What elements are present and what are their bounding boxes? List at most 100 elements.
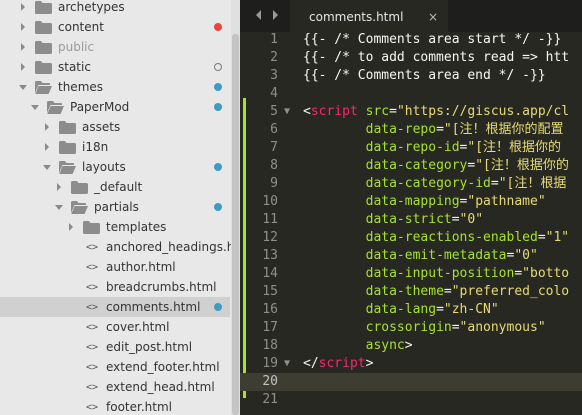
chevron-right-icon[interactable] bbox=[54, 182, 64, 192]
code-token-attr: data-category bbox=[365, 158, 468, 173]
code-line[interactable]: 12 data-reactions-enabled="1" bbox=[240, 229, 582, 247]
close-icon[interactable]: × bbox=[428, 10, 438, 24]
sidebar-scroll-thumb[interactable] bbox=[232, 34, 239, 415]
chevron-right-icon[interactable] bbox=[18, 2, 28, 12]
git-status-dot bbox=[214, 103, 222, 111]
code-line[interactable]: 3 {{- /* Comments area end */ -}} bbox=[240, 67, 582, 85]
tree-folder-default[interactable]: _default bbox=[0, 177, 230, 197]
code-token-plain: = bbox=[451, 320, 460, 335]
tree-file-author-html[interactable]: <> author.html bbox=[0, 257, 230, 277]
chevron-right-icon[interactable] bbox=[18, 42, 28, 52]
code-token-attr: data-emit-metadata bbox=[365, 248, 507, 263]
code-line[interactable]: 11 data-strict="0" bbox=[240, 211, 582, 229]
line-number: 13 bbox=[262, 248, 278, 263]
chevron-right-icon[interactable] bbox=[42, 122, 52, 132]
tree-folder-templates[interactable]: templates bbox=[0, 217, 230, 237]
code-token-attr: data-mapping bbox=[365, 194, 460, 209]
fold-arrow-icon[interactable]: ▼ bbox=[284, 103, 290, 121]
tree-folder-content[interactable]: content bbox=[0, 17, 230, 37]
tree-folder-static[interactable]: static bbox=[0, 57, 230, 77]
chevron-right-icon[interactable] bbox=[18, 22, 28, 32]
tree-folder-archetypes[interactable]: archetypes bbox=[0, 0, 230, 17]
fold-arrow-icon[interactable]: ▼ bbox=[284, 355, 290, 373]
code-token-plain: = bbox=[443, 284, 452, 299]
tree-item-label: extend_footer.html bbox=[106, 360, 220, 374]
chevron-right-icon[interactable] bbox=[42, 142, 52, 152]
git-status-dot bbox=[214, 203, 222, 211]
code-token-plain: = bbox=[436, 302, 444, 317]
code-token-attr: crossorigin bbox=[365, 320, 452, 335]
code-text: data-repo="[注！根据你的配置 bbox=[303, 121, 564, 139]
chevron-right-icon[interactable] bbox=[66, 222, 76, 232]
code-line[interactable]: 1 {{- /* Comments area start */ -}} bbox=[240, 31, 582, 49]
code-line[interactable]: 20 bbox=[240, 373, 582, 391]
tab-label: comments.html bbox=[309, 10, 404, 24]
code-line[interactable]: 5 ▼ <script src="https://giscus.app/cl bbox=[240, 103, 582, 121]
code-token-plain: = bbox=[436, 122, 444, 137]
tree-folder-papermod[interactable]: PaperMod bbox=[0, 97, 230, 117]
tree-file-extend-head-html[interactable]: <> extend_head.html bbox=[0, 377, 230, 397]
code-token-attr: data-repo bbox=[365, 122, 437, 137]
chevron-right-icon[interactable] bbox=[268, 8, 282, 22]
tree-folder-public[interactable]: public bbox=[0, 37, 230, 57]
code-file-icon: <> bbox=[85, 381, 99, 393]
code-line[interactable]: 10 data-mapping="pathname" bbox=[240, 193, 582, 211]
code-token-tag: script bbox=[310, 104, 358, 119]
line-number: 7 bbox=[270, 140, 278, 155]
folder-icon bbox=[35, 20, 52, 34]
code-line[interactable]: 14 data-input-position="botto bbox=[240, 265, 582, 283]
code-line[interactable]: 19 ▼ </script> bbox=[240, 355, 582, 373]
tree-file-breadcrumbs-html[interactable]: <> breadcrumbs.html bbox=[0, 277, 230, 297]
tree-item-label: comments.html bbox=[106, 300, 201, 314]
chevron-down-icon[interactable] bbox=[30, 102, 40, 112]
tree-folder-partials[interactable]: partials bbox=[0, 197, 230, 217]
tree-file-footer-html[interactable]: <> footer.html bbox=[0, 397, 230, 415]
code-text: crossorigin="anonymous" bbox=[303, 319, 546, 337]
code-token-plain: > bbox=[365, 356, 374, 371]
code-token-str: "[注！根据你的配置 bbox=[443, 122, 564, 137]
folder-icon bbox=[71, 180, 88, 194]
line-number: 12 bbox=[262, 230, 278, 245]
tree-file-cover-html[interactable]: <> cover.html bbox=[0, 317, 230, 337]
code-line[interactable]: 7 data-repo-id="[注！根据你的 bbox=[240, 139, 582, 157]
code-text: {{- /* Comments area start */ -}} bbox=[303, 31, 561, 49]
tree-file-anchored-headings-html[interactable]: <> anchored_headings.html bbox=[0, 237, 240, 257]
code-line[interactable]: 9 data-category-id="[注！根据 bbox=[240, 175, 582, 193]
tree-folder-themes[interactable]: themes bbox=[0, 77, 230, 97]
tree-folder-i18n[interactable]: i18n bbox=[0, 137, 230, 157]
code-file-icon: <> bbox=[85, 241, 99, 253]
tree-file-edit-post-html[interactable]: <> edit_post.html bbox=[0, 337, 230, 357]
tree-item-label: content bbox=[58, 20, 104, 34]
code-line[interactable]: 16 data-lang="zh-CN" bbox=[240, 301, 582, 319]
code-line[interactable]: 15 data-theme="preferred_colo bbox=[240, 283, 582, 301]
tree-folder-assets[interactable]: assets bbox=[0, 117, 230, 137]
code-line[interactable]: 2 {{- /* to add comments read => htt bbox=[240, 49, 582, 67]
code-editor[interactable]: 1 {{- /* Comments area start */ -}} 2 {{- /… bbox=[240, 32, 582, 415]
line-number: 4 bbox=[270, 86, 278, 101]
chevron-left-icon[interactable] bbox=[252, 8, 266, 22]
tree-file-extend-footer-html[interactable]: <> extend_footer.html bbox=[0, 357, 230, 377]
tab-comments-html[interactable]: comments.html × bbox=[290, 0, 448, 32]
code-line[interactable]: 18 async> bbox=[240, 337, 582, 355]
code-token-tag: script bbox=[318, 356, 366, 371]
chevron-right-icon[interactable] bbox=[18, 62, 28, 72]
code-text: data-mapping="pathname" bbox=[303, 193, 546, 211]
chevron-down-icon[interactable] bbox=[18, 82, 28, 92]
code-line[interactable]: 6 data-repo="[注！根据你的配置 bbox=[240, 121, 582, 139]
code-line[interactable]: 8 data-category="[注！根据你的 bbox=[240, 157, 582, 175]
code-line[interactable]: 17 crossorigin="anonymous" bbox=[240, 319, 582, 337]
code-line[interactable]: 4 bbox=[240, 85, 582, 103]
tree-file-comments-html[interactable]: <> comments.html bbox=[0, 297, 230, 317]
chevron-down-icon[interactable] bbox=[54, 202, 64, 212]
sidebar-scrollbar[interactable] bbox=[231, 0, 240, 415]
tree-item-label: cover.html bbox=[106, 320, 170, 334]
code-line[interactable]: 21 bbox=[240, 391, 582, 409]
code-file-icon: <> bbox=[85, 341, 99, 353]
code-line[interactable]: 13 data-emit-metadata="0" bbox=[240, 247, 582, 265]
tree-folder-layouts[interactable]: layouts bbox=[0, 157, 230, 177]
chevron-down-icon[interactable] bbox=[42, 162, 52, 172]
line-number: 15 bbox=[262, 284, 278, 299]
